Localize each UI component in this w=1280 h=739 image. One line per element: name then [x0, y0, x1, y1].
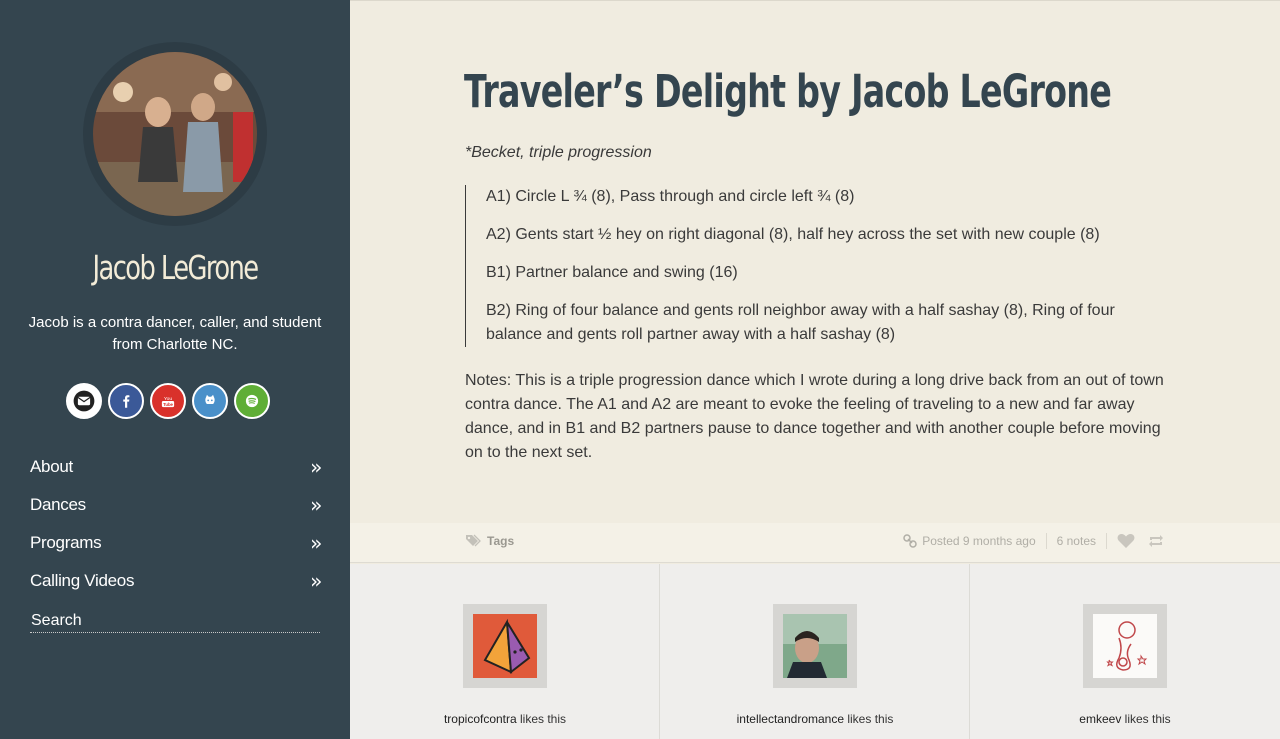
like-suffix: likes this	[516, 712, 567, 726]
spotify-icon[interactable]	[234, 383, 270, 419]
svg-text:You: You	[164, 396, 173, 402]
nav-item-label: About	[30, 457, 73, 476]
post-footer: Tags Posted 9 months ago 6 notes	[350, 523, 1280, 563]
sidebar: Jacob LeGrone Jacob is a contra dancer, …	[0, 0, 350, 739]
avatar[interactable]	[1093, 614, 1157, 678]
nav-item-label: Dances	[30, 495, 86, 514]
nav-item-label: Calling Videos	[30, 571, 135, 590]
double-chevron-right-icon: »	[310, 569, 322, 593]
main-content: Traveler’s Delight by Jacob LeGrone *Bec…	[350, 0, 1280, 739]
tags[interactable]: Tags	[465, 534, 514, 548]
heart-icon[interactable]	[1117, 533, 1135, 549]
nav-item-about[interactable]: About »	[30, 448, 322, 486]
double-chevron-right-icon: »	[310, 493, 322, 517]
mail-icon[interactable]	[66, 383, 102, 419]
like-card[interactable]: intellectandromance likes this	[660, 564, 970, 739]
notes-likes: tropicofcontra likes this intellectandro…	[350, 564, 1280, 739]
avatar-frame	[1083, 604, 1167, 688]
avatar[interactable]	[473, 614, 537, 678]
like-username[interactable]: emkeev	[1079, 712, 1121, 726]
like-suffix: likes this	[844, 712, 894, 726]
post-meta: Posted 9 months ago 6 notes	[903, 533, 1165, 549]
figure-b2: B2) Ring of four balance and gents roll …	[486, 302, 1115, 343]
double-chevron-right-icon: »	[310, 455, 322, 479]
post-subtitle: *Becket, triple progression	[465, 144, 652, 161]
like-text: emkeev likes this	[970, 712, 1280, 726]
like-card[interactable]: tropicofcontra likes this	[350, 564, 660, 739]
like-card[interactable]: emkeev likes this	[970, 564, 1280, 739]
social-links: You Tube	[66, 383, 270, 419]
avatar[interactable]	[93, 52, 257, 216]
search-input[interactable]	[30, 610, 320, 633]
tags-label: Tags	[487, 534, 515, 548]
svg-text:Tube: Tube	[163, 402, 173, 407]
blog-description: Jacob is a contra dancer, caller, and st…	[28, 314, 322, 353]
figure-a1: A1) Circle L ¾ (8), Pass through and cir…	[486, 188, 855, 205]
permalink[interactable]: Posted 9 months ago	[903, 534, 1036, 548]
avatar[interactable]	[783, 614, 847, 678]
dance-figures: A1) Circle L ¾ (8), Pass through and cir…	[465, 185, 1165, 347]
like-text: intellectandromance likes this	[660, 712, 970, 726]
nav-item-calling-videos[interactable]: Calling Videos »	[30, 562, 322, 600]
link-icon	[903, 534, 917, 548]
like-text: tropicofcontra likes this	[350, 712, 660, 726]
reblog-icon[interactable]	[1147, 533, 1165, 549]
avatar-frame	[773, 604, 857, 688]
notes-count[interactable]: 6 notes	[1057, 534, 1096, 548]
post-notes: Notes: This is a triple progression danc…	[465, 372, 1164, 461]
sidebar-nav: About » Dances » Programs » Calling Vide…	[30, 448, 322, 600]
github-icon[interactable]	[192, 383, 228, 419]
figure-b1: B1) Partner balance and swing (16)	[486, 264, 738, 281]
nav-item-dances[interactable]: Dances »	[30, 486, 322, 524]
figure-a2: A2) Gents start ½ hey on right diagonal …	[486, 226, 1100, 243]
avatar-frame	[463, 604, 547, 688]
facebook-icon[interactable]	[108, 383, 144, 419]
nav-item-programs[interactable]: Programs »	[30, 524, 322, 562]
divider	[1106, 533, 1107, 549]
posted-time: Posted 9 months ago	[922, 534, 1036, 548]
blog-title[interactable]: Jacob LeGrone	[39, 248, 312, 287]
divider	[1045, 533, 1047, 549]
youtube-icon[interactable]: You Tube	[150, 383, 186, 419]
like-suffix: likes this	[1121, 712, 1171, 726]
post-title[interactable]: Traveler’s Delight by Jacob LeGrone	[464, 65, 1112, 118]
like-username[interactable]: tropicofcontra	[444, 712, 517, 726]
like-username[interactable]: intellectandromance	[737, 712, 844, 726]
tag-icon	[466, 534, 481, 547]
nav-item-label: Programs	[30, 533, 102, 552]
double-chevron-right-icon: »	[310, 531, 322, 555]
